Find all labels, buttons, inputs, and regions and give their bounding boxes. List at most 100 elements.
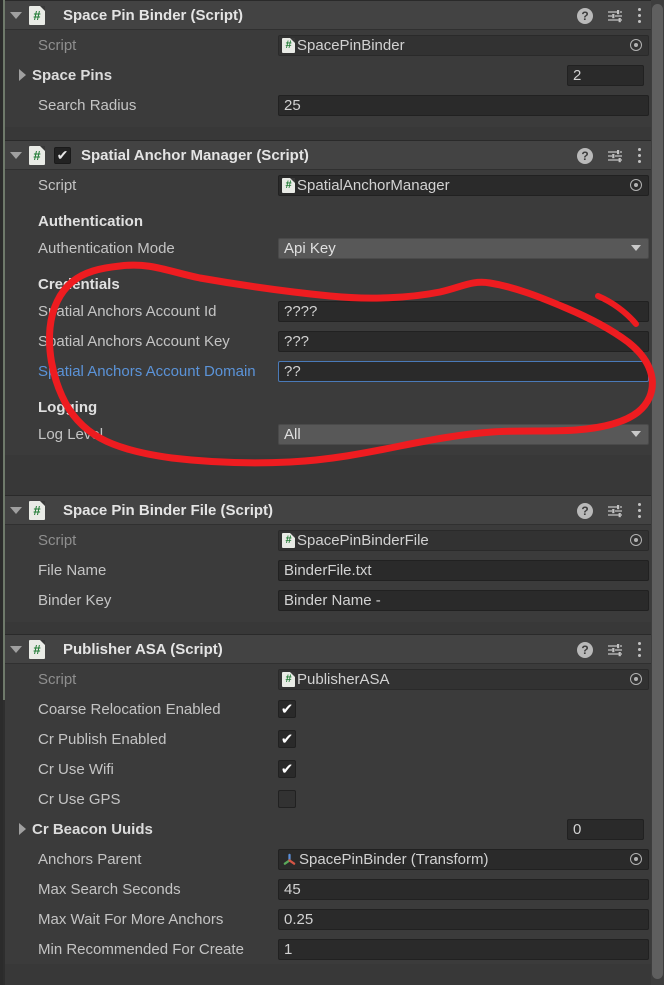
field-value: 25 xyxy=(284,96,301,114)
preset-icon[interactable] xyxy=(607,503,623,519)
object-field-script[interactable]: # PublisherASA xyxy=(278,668,649,690)
vertical-scrollbar-track[interactable] xyxy=(651,0,664,985)
property-row-binder-key: Binder Key Binder Name - xyxy=(5,585,651,615)
field-value: 0.25 xyxy=(284,910,314,928)
preset-icon[interactable] xyxy=(607,642,623,658)
object-field-script[interactable]: # SpacePinBinder xyxy=(278,34,649,56)
component-header[interactable]: # ✔ Spatial Anchor Manager (Script) ? xyxy=(5,141,651,170)
property-label: Max Wait For More Anchors xyxy=(38,910,224,928)
property-row-account-key: Spatial Anchors Account Key ??? xyxy=(5,326,651,356)
text-field-account-id[interactable]: ???? xyxy=(278,300,649,322)
dropdown-log-level[interactable]: All xyxy=(278,423,649,445)
property-label: Space Pins xyxy=(32,66,113,84)
object-picker-button[interactable] xyxy=(625,176,647,195)
component-title: Space Pin Binder (Script) xyxy=(63,6,244,24)
object-picker-button[interactable] xyxy=(625,531,647,550)
help-icon[interactable]: ? xyxy=(577,502,593,519)
property-row-account-id: Spatial Anchors Account Id ???? xyxy=(5,296,651,326)
component-header[interactable]: # Publisher ASA (Script) ? xyxy=(5,635,651,664)
object-picker-button[interactable] xyxy=(625,36,647,55)
section-header-logging: Logging xyxy=(5,395,651,419)
text-field-account-domain[interactable]: ?? xyxy=(278,360,649,382)
property-label: Cr Publish Enabled xyxy=(38,730,167,748)
checkbox-coarse-relocation-enabled[interactable]: ✔ xyxy=(278,700,296,718)
preset-icon[interactable] xyxy=(607,148,623,164)
property-row-max-search-seconds: Max Search Seconds 45 xyxy=(5,874,651,904)
target-icon xyxy=(630,179,642,191)
property-label-foldout[interactable]: Space Pins xyxy=(5,67,278,84)
foldout-toggle[interactable] xyxy=(5,151,27,159)
object-field-value: SpacePinBinderFile xyxy=(297,531,429,549)
kebab-menu-icon[interactable] xyxy=(637,8,641,23)
text-field-binder-key[interactable]: Binder Name - xyxy=(278,589,649,611)
checkbox-cr-use-gps[interactable]: ✔ xyxy=(278,790,296,808)
property-label: Cr Use Wifi xyxy=(38,760,114,778)
component-header[interactable]: # Space Pin Binder (Script) ? xyxy=(5,1,651,30)
chevron-down-icon xyxy=(10,151,22,159)
section-label: Authentication xyxy=(38,212,143,230)
property-label: Spatial Anchors Account Key xyxy=(38,332,230,350)
property-row-authentication-mode: Authentication Mode Api Key xyxy=(5,233,651,263)
component-body: Script # PublisherASA Coarse Relocation … xyxy=(5,664,651,964)
property-row-cr-beacon-uuids: Cr Beacon Uuids 0 xyxy=(5,814,651,844)
header-icon-group: ? xyxy=(577,635,641,664)
help-icon[interactable]: ? xyxy=(577,147,593,164)
number-field-min-recommended-for-create[interactable]: 1 xyxy=(278,938,649,960)
property-label: Min Recommended For Create xyxy=(38,940,244,958)
kebab-menu-icon[interactable] xyxy=(637,503,641,518)
number-field-search-radius[interactable]: 25 xyxy=(278,94,649,116)
script-icon: # xyxy=(282,532,295,548)
dropdown-authentication-mode[interactable]: Api Key xyxy=(278,237,649,259)
dropdown-value: All xyxy=(284,425,301,443)
text-field-account-key[interactable]: ??? xyxy=(278,330,649,352)
checkbox-cr-use-wifi[interactable]: ✔ xyxy=(278,760,296,778)
foldout-toggle[interactable] xyxy=(5,645,27,653)
vertical-scrollbar-thumb[interactable] xyxy=(652,4,663,979)
property-row-log-level: Log Level All xyxy=(5,419,651,449)
property-label: Authentication Mode xyxy=(38,239,175,257)
property-label: Anchors Parent xyxy=(38,850,142,868)
property-label-foldout[interactable]: Cr Beacon Uuids xyxy=(5,821,278,838)
property-row-script: Script # SpatialAnchorManager xyxy=(5,170,651,200)
foldout-toggle[interactable] xyxy=(5,11,27,19)
object-field-anchors-parent[interactable]: SpacePinBinder (Transform) xyxy=(278,848,649,870)
object-picker-button[interactable] xyxy=(625,670,647,689)
property-row-script: Script # PublisherASA xyxy=(5,664,651,694)
text-field-file-name[interactable]: BinderFile.txt xyxy=(278,559,649,581)
property-label: Spatial Anchors Account Id xyxy=(38,302,217,320)
chevron-right-icon xyxy=(19,823,26,835)
property-row-script: Script # SpacePinBinder xyxy=(5,30,651,60)
foldout-toggle[interactable] xyxy=(5,506,27,514)
object-field-script[interactable]: # SpacePinBinderFile xyxy=(278,529,649,551)
chevron-right-icon xyxy=(19,69,26,81)
help-icon[interactable]: ? xyxy=(577,641,593,658)
property-row-script: Script # SpacePinBinderFile xyxy=(5,525,651,555)
component-title: Publisher ASA (Script) xyxy=(63,640,223,658)
script-icon: # xyxy=(29,145,45,165)
preset-icon[interactable] xyxy=(607,8,623,24)
number-field-max-search-seconds[interactable]: 45 xyxy=(278,878,649,900)
checkbox-cr-publish-enabled[interactable]: ✔ xyxy=(278,730,296,748)
help-icon[interactable]: ? xyxy=(577,7,593,24)
dropdown-value: Api Key xyxy=(284,239,336,257)
kebab-menu-icon[interactable] xyxy=(637,642,641,657)
component-publisher-asa: # Publisher ASA (Script) ? Script # Publ… xyxy=(5,634,651,964)
property-label: Log Level xyxy=(38,425,104,443)
object-field-script[interactable]: # SpatialAnchorManager xyxy=(278,174,649,196)
target-icon xyxy=(630,853,642,865)
number-field-max-wait-for-more-anchors[interactable]: 0.25 xyxy=(278,908,649,930)
array-size-field[interactable]: 0 xyxy=(567,818,644,840)
field-value: 45 xyxy=(284,880,301,898)
component-enable-checkbox[interactable]: ✔ xyxy=(54,146,71,164)
field-value: 1 xyxy=(284,940,293,958)
property-label: Search Radius xyxy=(38,96,137,114)
array-size-field[interactable]: 2 xyxy=(567,64,644,86)
field-value: ??? xyxy=(284,332,310,350)
property-label: Script xyxy=(38,176,77,194)
property-label: Script xyxy=(38,531,77,549)
kebab-menu-icon[interactable] xyxy=(637,148,641,163)
property-label: Coarse Relocation Enabled xyxy=(38,700,221,718)
object-picker-button[interactable] xyxy=(625,850,647,869)
component-header[interactable]: # Space Pin Binder File (Script) ? xyxy=(5,496,651,525)
